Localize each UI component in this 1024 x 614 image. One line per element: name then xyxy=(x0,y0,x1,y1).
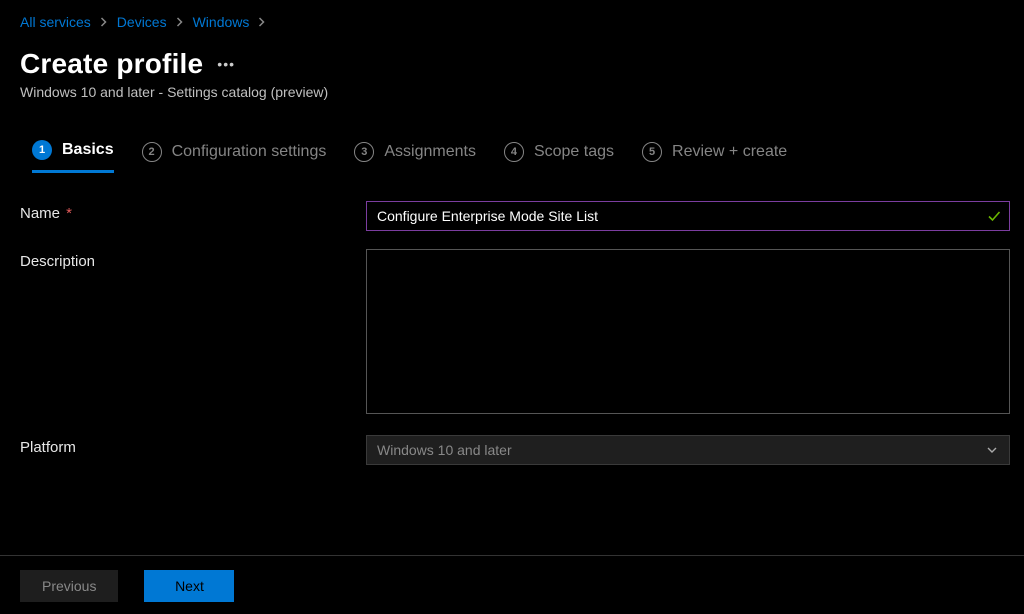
tab-configuration-settings[interactable]: 2 Configuration settings xyxy=(142,140,327,173)
more-icon[interactable]: ••• xyxy=(217,56,235,72)
breadcrumb-link-all-services[interactable]: All services xyxy=(20,14,91,30)
breadcrumb-link-devices[interactable]: Devices xyxy=(117,14,167,30)
tab-number: 1 xyxy=(32,140,52,160)
wizard-tabs: 1 Basics 2 Configuration settings 3 Assi… xyxy=(32,140,1024,173)
tab-number: 4 xyxy=(504,142,524,162)
tab-basics[interactable]: 1 Basics xyxy=(32,140,114,173)
tab-number: 2 xyxy=(142,142,162,162)
tab-review-create[interactable]: 5 Review + create xyxy=(642,140,787,173)
tab-number: 3 xyxy=(354,142,374,162)
tab-scope-tags[interactable]: 4 Scope tags xyxy=(504,140,614,173)
tab-label: Assignments xyxy=(384,143,476,161)
platform-label: Platform xyxy=(20,435,366,456)
tab-label: Review + create xyxy=(672,143,787,161)
breadcrumb-link-windows[interactable]: Windows xyxy=(193,14,250,30)
platform-select[interactable]: Windows 10 and later xyxy=(366,435,1010,465)
chevron-right-icon xyxy=(175,15,185,30)
checkmark-icon xyxy=(986,208,1002,224)
chevron-down-icon xyxy=(985,443,999,457)
page-subtitle: Windows 10 and later - Settings catalog … xyxy=(20,84,1024,100)
name-input[interactable] xyxy=(366,201,1010,231)
tab-assignments[interactable]: 3 Assignments xyxy=(354,140,476,173)
breadcrumb: All services Devices Windows xyxy=(20,14,1024,30)
page-title: Create profile xyxy=(20,48,203,80)
chevron-right-icon xyxy=(99,15,109,30)
description-input[interactable] xyxy=(366,249,1010,414)
tab-label: Basics xyxy=(62,141,114,159)
previous-button[interactable]: Previous xyxy=(20,570,118,602)
name-label: Name * xyxy=(20,201,366,222)
tab-label: Scope tags xyxy=(534,143,614,161)
platform-select-value: Windows 10 and later xyxy=(377,442,512,458)
chevron-right-icon xyxy=(257,15,267,30)
tab-number: 5 xyxy=(642,142,662,162)
required-indicator: * xyxy=(62,205,72,222)
next-button[interactable]: Next xyxy=(144,570,234,602)
footer-divider xyxy=(0,555,1024,556)
description-label: Description xyxy=(20,249,366,270)
tab-label: Configuration settings xyxy=(172,143,327,161)
